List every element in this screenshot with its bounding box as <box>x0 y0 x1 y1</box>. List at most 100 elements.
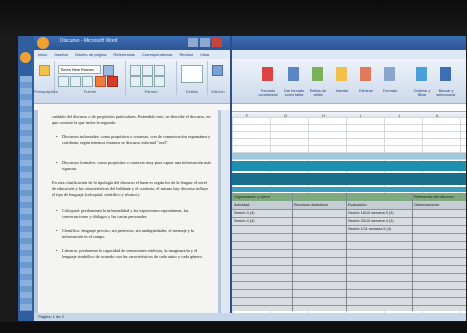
worksheet-grid[interactable]: Organización y cierre Referencia del dis… <box>232 117 466 313</box>
tab-insertar[interactable]: Insertar <box>54 52 68 57</box>
close-icon[interactable] <box>212 38 222 47</box>
bullets-icon[interactable] <box>130 65 141 76</box>
cmd-formato-condicional[interactable]: Formato condicional <box>257 89 279 97</box>
table-column-divider <box>412 193 413 311</box>
photo-background: Discurso - Microsoft Word Inicio Inserta… <box>0 0 467 333</box>
paragraph-clasificacion: En esta clasificación de la tipología de… <box>52 180 212 199</box>
paragraph-text: En esta clasificación de la tipología de… <box>52 180 209 198</box>
group-label: Fuente <box>83 89 97 94</box>
styles-gallery[interactable] <box>181 65 203 83</box>
word-ribbon: Portapapeles Times New Roman Fuente Párr… <box>34 59 230 104</box>
paste-icon[interactable] <box>39 65 50 76</box>
tab-vista[interactable]: Vista <box>200 52 209 57</box>
subheader-cell[interactable]: Evaluación <box>348 201 367 209</box>
word-title: Discurso - Microsoft Word <box>60 38 118 44</box>
cell-styles-icon[interactable] <box>312 67 323 81</box>
group-label: Párrafo <box>144 89 158 94</box>
subheader-cell[interactable]: Actividad <box>234 201 249 209</box>
minimize-icon[interactable] <box>188 38 198 47</box>
font-size-select[interactable] <box>103 65 114 76</box>
bullet-formales: Discursos formales: como propósitos o co… <box>52 160 212 172</box>
delete-cells-icon[interactable] <box>360 67 371 81</box>
table-cell[interactable]: Sesión 18/10 semana 3 (3) <box>348 209 394 217</box>
excel-title-bar[interactable] <box>232 36 466 50</box>
maximize-icon[interactable] <box>200 38 210 47</box>
indent-icon[interactable] <box>154 65 165 76</box>
word-title-bar[interactable]: Discurso - Microsoft Word <box>34 36 230 50</box>
format-table-icon[interactable] <box>288 67 299 81</box>
find-icon[interactable] <box>212 65 223 76</box>
monitor-bezel-bottom <box>0 322 467 333</box>
data-table: Organización y cierre Referencia del dis… <box>232 193 466 311</box>
table-column-divider <box>292 193 293 311</box>
group-label: Estilos <box>186 89 198 94</box>
font-name-select[interactable]: Times New Roman <box>58 65 101 74</box>
table-row[interactable] <box>232 297 466 306</box>
excel-ribbon-tabs <box>232 50 466 59</box>
office-button-icon[interactable] <box>37 37 49 49</box>
cmd-dar-formato-tabla[interactable]: Dar formato como tabla <box>283 89 305 97</box>
cmd-estilos-celda[interactable]: Estilos de celda <box>307 89 329 97</box>
tab-revisar[interactable]: Revisar <box>179 52 193 57</box>
group-font: Times New Roman Fuente <box>55 61 126 95</box>
tab-correspondencia[interactable]: Correspondencia <box>142 52 172 57</box>
word-ribbon-tabs: Inicio Insertar Diseño de página Referen… <box>34 50 230 59</box>
vertical-scrollbar[interactable] <box>221 110 230 313</box>
cmd-insertar[interactable]: Insertar <box>331 89 353 93</box>
bullet-cientifico: Científico: lenguaje preciso, sin pretex… <box>52 228 212 240</box>
excel-window[interactable]: Formato condicional Dar formato como tab… <box>232 36 466 321</box>
tab-diseno[interactable]: Diseño de página <box>75 52 106 57</box>
bold-icon[interactable] <box>58 76 69 87</box>
band-teal <box>232 161 466 171</box>
group-label: Edición <box>211 89 225 94</box>
excel-ribbon: Formato condicional Dar formato como tab… <box>232 59 466 104</box>
align-center-icon[interactable] <box>142 76 153 87</box>
bullet-coloquial: Coloquial: predominan la informalidad y … <box>52 208 212 220</box>
tab-inicio[interactable]: Inicio <box>38 52 47 57</box>
office-orb-icon[interactable] <box>20 52 31 63</box>
bullet-text: Discursos formales: como propósitos o co… <box>52 160 212 172</box>
highlight-icon[interactable] <box>95 76 106 87</box>
find-select-icon[interactable] <box>440 67 451 81</box>
band-light <box>232 153 466 159</box>
table-cell[interactable]: Sesión 1/11 semana 5 (4) <box>348 225 391 233</box>
word-window[interactable]: Discurso - Microsoft Word Inicio Inserta… <box>34 36 234 321</box>
band-dark-teal <box>232 173 466 185</box>
header-cell[interactable]: Organización y cierre <box>234 193 270 201</box>
formula-bar[interactable] <box>232 104 466 112</box>
header-cell[interactable]: Referencia del discurso <box>414 193 454 201</box>
align-left-icon[interactable] <box>130 76 141 87</box>
bullet-text: Discursos informales: como propósitos o … <box>52 134 212 146</box>
format-cells-icon[interactable] <box>384 67 395 81</box>
bullet-text: Literario: predomina la capacidad de sen… <box>52 248 212 260</box>
monitor-screen: Discurso - Microsoft Word Inicio Inserta… <box>18 36 466 321</box>
group-clipboard: Portapapeles <box>34 61 58 95</box>
band-teal-thin <box>232 187 466 192</box>
italic-icon[interactable] <box>70 76 81 87</box>
tab-referencias[interactable]: Referencias <box>113 52 134 57</box>
paragraph-intro: cuidado del discurso o de propósitos par… <box>52 114 212 126</box>
bullet-literario: Literario: predomina la capacidad de sen… <box>52 248 212 260</box>
font-color-icon[interactable] <box>107 76 118 87</box>
bullet-text: Coloquial: predominan la informalidad y … <box>52 208 212 220</box>
group-editing: Edición <box>208 61 228 95</box>
insert-cells-icon[interactable] <box>336 67 347 81</box>
document-page[interactable]: cuidado del discurso o de propósitos par… <box>38 110 218 313</box>
table-cell[interactable]: Sesión 25/10 semana 4 (3) <box>348 217 394 225</box>
conditional-format-icon[interactable] <box>262 67 273 81</box>
underline-icon[interactable] <box>82 76 93 87</box>
subheader-cell[interactable]: Recursos didácticos <box>294 201 328 209</box>
sort-filter-icon[interactable] <box>416 67 427 81</box>
cmd-ordenar-filtrar[interactable]: Ordenar y filtrar <box>411 89 433 97</box>
document-area[interactable]: cuidado del discurso o de propósitos par… <box>34 110 230 313</box>
group-paragraph: Párrafo <box>126 61 177 95</box>
group-styles: Estilos <box>177 61 208 95</box>
cmd-buscar-seleccionar[interactable]: Buscar y seleccionar <box>435 89 457 97</box>
subheader-cell[interactable]: Observaciones <box>414 201 439 209</box>
table-cell[interactable]: Sesión 3 (4) <box>234 209 254 217</box>
cmd-formato[interactable]: Formato <box>379 89 401 93</box>
justify-icon[interactable] <box>154 76 165 87</box>
table-cell[interactable]: Sesión 4 (4) <box>234 217 254 225</box>
cmd-eliminar[interactable]: Eliminar <box>355 89 377 93</box>
numbering-icon[interactable] <box>142 65 153 76</box>
